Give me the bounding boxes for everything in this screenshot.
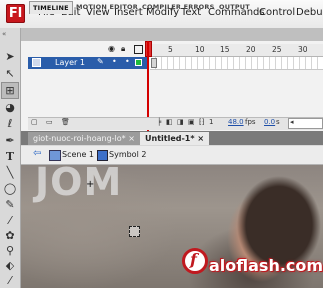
dot-icon[interactable]: • — [125, 57, 130, 66]
onion-outline-icon[interactable]: ◨ — [177, 118, 184, 126]
lasso-tool-icon[interactable]: ℓ — [2, 116, 18, 131]
site-logo-text: aloflash.com — [209, 256, 323, 275]
lock-icon[interactable]: 🔒︎ — [121, 44, 125, 54]
show-hide-eye-icon[interactable]: ◉ — [108, 44, 115, 53]
close-icon[interactable]: × — [128, 134, 135, 143]
image-watermark-text: JOM — [35, 160, 123, 204]
scroll-left-icon[interactable]: ◂ — [290, 118, 294, 126]
pencil-tool-icon[interactable]: ✎ — [2, 197, 18, 212]
document-tab-active[interactable]: Untitled-1* × — [140, 132, 210, 145]
scene-link[interactable]: Scene 1 — [62, 150, 94, 159]
layer-icon — [32, 58, 41, 67]
elapsed-time-value[interactable]: 0.0 — [264, 118, 275, 126]
frame-rate-value[interactable]: 48.0 — [228, 118, 244, 126]
selection-tool-icon[interactable]: ➤ — [2, 49, 18, 64]
pencil-icon: ✎ — [97, 57, 104, 66]
onion-skin-icon[interactable]: ◧ — [166, 118, 173, 126]
keyframe[interactable] — [151, 58, 157, 68]
deco-tool-icon[interactable]: ✿ — [2, 228, 18, 243]
frame-number: 25 — [272, 45, 282, 54]
pen-tool-icon[interactable]: ✒ — [2, 133, 18, 148]
tab-output[interactable]: OUTPUT — [216, 1, 253, 13]
menu-control[interactable]: Control — [259, 7, 295, 18]
elapsed-time-unit: s — [276, 118, 280, 126]
edit-multiple-frames-icon[interactable]: ▣ — [188, 118, 195, 126]
new-folder-icon[interactable]: ▭ — [46, 118, 53, 126]
brush-tool-icon[interactable]: ⁄ — [2, 213, 18, 228]
transform-point-icon[interactable] — [129, 226, 140, 237]
tab-motion-editor[interactable]: MOTION EDITOR — [73, 1, 141, 13]
close-icon[interactable]: × — [197, 134, 204, 143]
registration-point-icon: + — [86, 179, 95, 190]
modify-markers-icon[interactable]: ⁅⁆ — [199, 118, 204, 126]
collapse-arrows-icon[interactable]: « — [2, 30, 6, 38]
layer-frames[interactable] — [150, 57, 323, 70]
line-tool-icon[interactable]: ╲ — [2, 165, 18, 180]
document-tab-title: giot-nuoc-roi-hoang-lo* — [33, 134, 126, 143]
tab-compiler-errors[interactable]: COMPILER ERRORS — [139, 1, 217, 13]
center-frame-icon[interactable]: ╞ — [157, 118, 161, 126]
frame-number: 5 — [168, 45, 173, 54]
bone-tool-icon[interactable]: ⚲ — [2, 243, 18, 258]
menu-debug[interactable]: Debug — [296, 7, 323, 18]
oval-tool-icon[interactable]: ◯ — [2, 181, 18, 196]
site-logo-letter: f — [190, 250, 197, 269]
current-frame: 1 — [209, 118, 214, 126]
text-tool-icon[interactable]: T — [2, 149, 18, 164]
frame-number: 20 — [246, 45, 256, 54]
symbol-link[interactable]: Symbol 2 — [109, 150, 146, 159]
subselection-tool-icon[interactable]: ↖ — [2, 66, 18, 81]
document-tab[interactable]: giot-nuoc-roi-hoang-lo* × — [28, 132, 140, 145]
delete-layer-icon[interactable]: 🗑︎ — [61, 118, 70, 126]
free-transform-tool-icon[interactable]: ⊞ — [1, 82, 19, 99]
back-arrow-icon[interactable]: ⇦ — [33, 148, 41, 159]
tab-timeline[interactable]: TIMELINE — [29, 1, 73, 14]
3d-rotation-tool-icon[interactable]: ◕ — [2, 100, 18, 115]
frame-number: 15 — [220, 45, 230, 54]
frame-number: 30 — [298, 45, 308, 54]
eyedropper-tool-icon[interactable]: ⁄ — [2, 273, 18, 288]
layer-name[interactable]: Layer 1 — [55, 58, 85, 67]
frame-number: 10 — [195, 45, 205, 54]
layer-color-swatch[interactable] — [135, 59, 142, 66]
outline-icon[interactable] — [134, 45, 143, 54]
frame-rate-unit: fps — [245, 118, 256, 126]
panel-tab-strip — [21, 28, 323, 42]
new-layer-icon[interactable]: ▢ — [31, 118, 38, 126]
document-tab-title: Untitled-1* — [145, 134, 195, 143]
paint-bucket-tool-icon[interactable]: ⬖ — [2, 258, 18, 273]
app-logo: Fl — [6, 4, 25, 23]
dot-icon[interactable]: • — [112, 57, 117, 66]
